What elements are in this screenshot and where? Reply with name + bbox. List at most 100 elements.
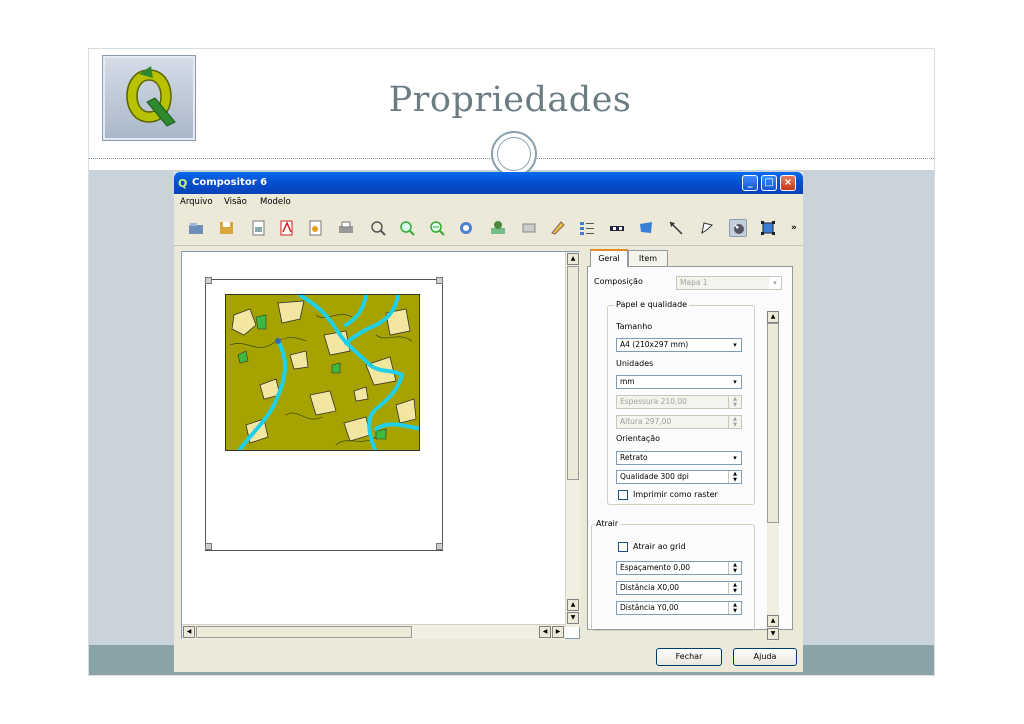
orientation-select[interactable]: Retrato ▾ (616, 451, 742, 465)
chevron-down-icon: ▾ (729, 339, 741, 351)
tab-geral[interactable]: Geral (590, 249, 628, 267)
scroll-up-button[interactable]: ▲ (767, 311, 779, 323)
add-legend-icon[interactable] (578, 219, 596, 237)
spin-arrows-icon: ▲ ▼ (728, 602, 741, 614)
scroll-thumb[interactable] (567, 266, 579, 480)
add-label-icon[interactable] (549, 219, 567, 237)
panel-vertical-scrollbar[interactable]: ▲ ▲ ▼ (767, 311, 779, 641)
zoom-in-icon[interactable] (398, 219, 416, 237)
scroll-thumb[interactable] (196, 626, 412, 638)
save-icon[interactable] (218, 219, 236, 237)
canvas-horizontal-scrollbar[interactable]: ◀ ◀ ▶ (182, 624, 565, 639)
composition-select: Mapa 1 ▾ (676, 276, 782, 290)
scroll-right-button[interactable]: ▶ (552, 626, 564, 638)
composer-window: Q Compositor 6 _ □ × Arquivo Visão Model… (174, 172, 803, 672)
window-title: Compositor 6 (192, 177, 268, 188)
scroll-left-button[interactable]: ◀ (183, 626, 195, 638)
scroll-down-button[interactable]: ▼ (767, 628, 779, 640)
toolbar-overflow-icon[interactable]: » (791, 223, 797, 233)
chevron-down-icon: ▾ (769, 277, 781, 289)
qgis-logo (102, 55, 196, 141)
offset-y-spinbox[interactable]: Distância Y0,00 ▲ ▼ (616, 601, 742, 615)
select-move-icon[interactable] (729, 219, 747, 237)
help-button[interactable]: Ajuda (733, 648, 797, 666)
toolbar: » (174, 211, 803, 246)
export-image-icon[interactable] (250, 219, 268, 237)
offset-y-value: Distância Y0,00 (620, 603, 679, 612)
chevron-down-icon: ▾ (729, 452, 741, 464)
scroll-thumb[interactable] (767, 323, 779, 523)
units-label: Unidades (616, 359, 654, 368)
close-dialog-button[interactable]: Fechar (656, 648, 722, 666)
tab-pane-geral: Composição Mapa 1 ▾ Papel e qualidade Ta… (587, 266, 793, 641)
menu-modelo[interactable]: Modelo (260, 197, 291, 207)
resize-handle[interactable] (205, 277, 212, 284)
slide-title: Propriedades (388, 80, 632, 120)
chevron-down-icon: ▾ (729, 376, 741, 388)
close-button[interactable]: × (780, 175, 796, 191)
add-image-icon[interactable] (520, 219, 538, 237)
add-shape-icon[interactable] (637, 219, 655, 237)
tab-item[interactable]: Item (628, 250, 668, 266)
map-item[interactable] (225, 294, 420, 451)
offset-x-value: Distância X0,00 (620, 583, 680, 592)
properties-panel: Geral Item Composição Mapa 1 ▾ Papel e q… (587, 249, 798, 641)
export-svg-icon[interactable] (307, 219, 325, 237)
quality-spinbox[interactable]: Qualidade 300 dpi ▲ ▼ (616, 470, 742, 484)
snap-grid-checkbox[interactable] (618, 542, 628, 552)
window-titlebar[interactable]: Q Compositor 6 _ □ × (174, 172, 803, 194)
offset-x-spinbox[interactable]: Distância X0,00 ▲ ▼ (616, 581, 742, 595)
export-pdf-icon[interactable] (278, 219, 296, 237)
canvas-vertical-scrollbar[interactable]: ▲ ▲ ▼ (565, 252, 580, 627)
scroll-up-button[interactable]: ▲ (767, 615, 779, 627)
snap-grid-label: Atrair ao grid (633, 542, 686, 551)
add-arrow-icon[interactable] (667, 219, 685, 237)
qgis-logo-icon (126, 66, 176, 127)
maximize-button[interactable]: □ (761, 175, 777, 191)
height-spinbox: Altura 297,00 ▲ ▼ (616, 415, 742, 429)
quality-value: Qualidade 300 dpi (620, 472, 689, 481)
snap-title: Atrair (594, 519, 621, 528)
spin-arrows-icon: ▲ ▼ (728, 471, 741, 483)
width-value: Espessura 210,00 (620, 397, 687, 406)
composition-label: Composição (594, 277, 643, 286)
size-label: Tamanho (616, 322, 653, 331)
paper-size-select[interactable]: A4 (210x297 mm) ▾ (616, 338, 742, 352)
print-icon[interactable] (337, 219, 355, 237)
scroll-up-button[interactable]: ▲ (567, 253, 579, 265)
resize-handle[interactable] (436, 543, 443, 550)
open-icon[interactable] (187, 219, 205, 237)
title-circle-ornament (491, 131, 537, 177)
spin-arrows-icon: ▲ ▼ (728, 582, 741, 594)
scroll-up-button[interactable]: ▲ (567, 599, 579, 611)
add-scalebar-icon[interactable] (608, 219, 626, 237)
units-select[interactable]: mm ▾ (616, 375, 742, 389)
menu-visao[interactable]: Visão (224, 197, 247, 207)
move-content-icon[interactable] (759, 219, 777, 237)
spin-arrows-icon: ▲ ▼ (728, 562, 741, 574)
refresh-icon[interactable] (457, 219, 475, 237)
resize-handle[interactable] (205, 543, 212, 550)
height-value: Altura 297,00 (620, 417, 672, 426)
menu-arquivo[interactable]: Arquivo (180, 197, 213, 207)
add-table-icon[interactable] (698, 219, 716, 237)
spin-arrows-icon: ▲ ▼ (728, 396, 741, 408)
print-raster-label: Imprimir como raster (633, 490, 718, 499)
spin-arrows-icon: ▲ ▼ (728, 416, 741, 428)
zoom-full-icon[interactable] (369, 219, 387, 237)
paper-quality-title: Papel e qualidade (614, 300, 690, 309)
resize-handle[interactable] (436, 277, 443, 284)
zoom-out-icon[interactable] (428, 219, 446, 237)
menubar: Arquivo Visão Modelo (174, 194, 803, 210)
grid-spacing-spinbox[interactable]: Espaçamento 0,00 ▲ ▼ (616, 561, 742, 575)
scroll-left-button[interactable]: ◀ (539, 626, 551, 638)
qgis-icon: Q (178, 177, 188, 190)
scroll-down-button[interactable]: ▼ (567, 612, 579, 624)
width-spinbox: Espessura 210,00 ▲ ▼ (616, 395, 742, 409)
snap-group: Atrair Atrair ao grid Espaçamento 0,00 ▲… (591, 519, 755, 631)
minimize-button[interactable]: _ (742, 175, 758, 191)
paper-quality-group: Papel e qualidade Tamanho A4 (210x297 mm… (607, 300, 755, 505)
orientation-label: Orientação (616, 434, 661, 443)
print-raster-checkbox[interactable] (618, 490, 628, 500)
add-map-icon[interactable] (489, 219, 507, 237)
